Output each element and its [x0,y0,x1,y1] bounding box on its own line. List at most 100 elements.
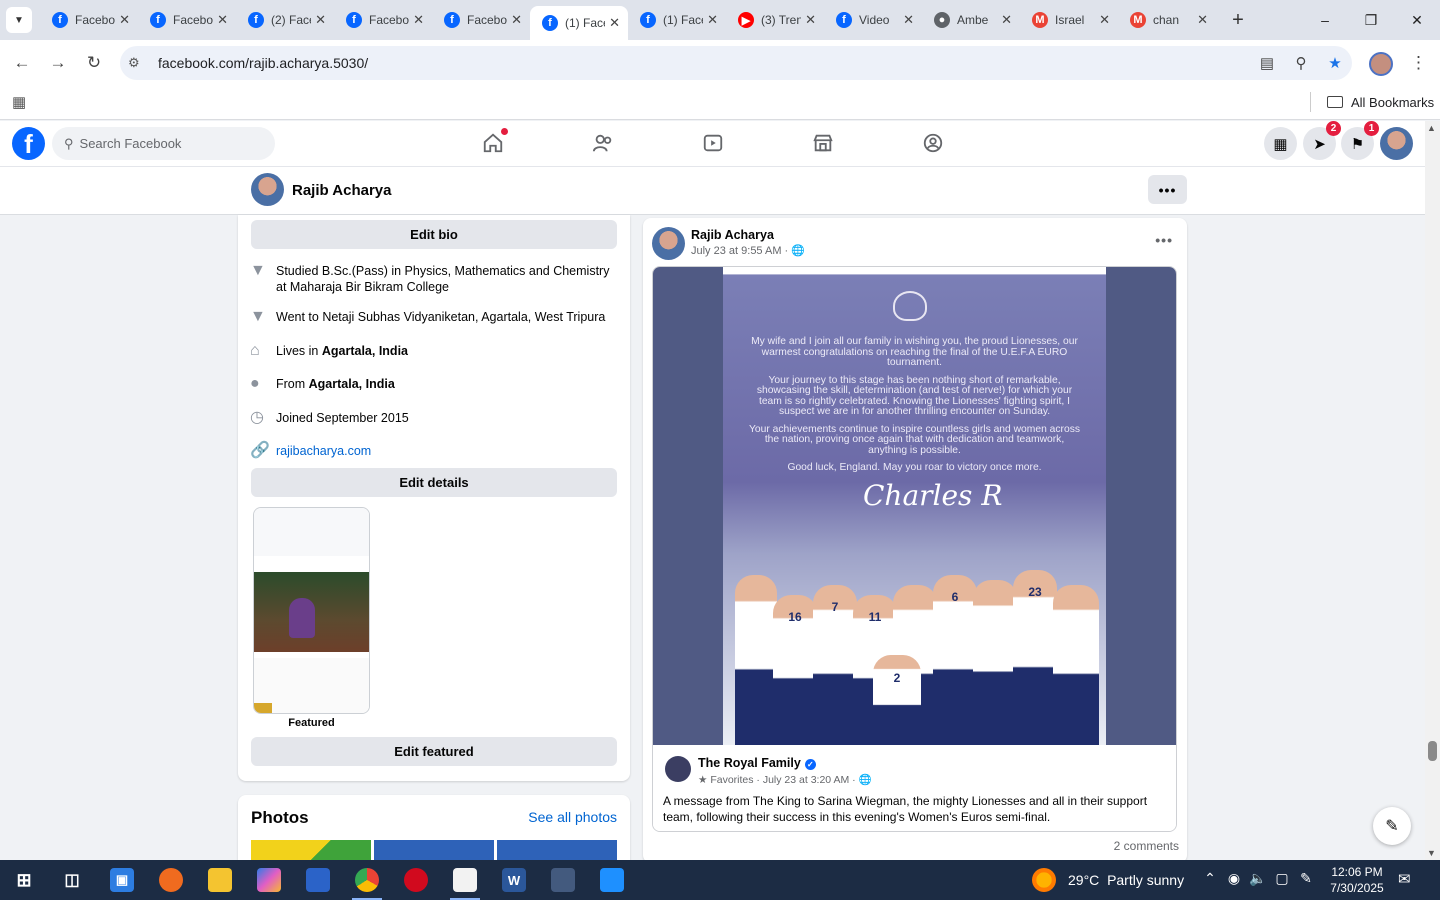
all-bookmarks-button[interactable]: All Bookmarks [1310,92,1434,112]
profile-name[interactable]: Rajib Acharya [292,182,392,199]
close-tab-icon[interactable]: ✕ [805,12,816,28]
zoom-icon[interactable]: ⚲ [1284,54,1318,72]
pen-icon[interactable]: ✎ [1294,870,1318,887]
close-tab-icon[interactable]: ✕ [1197,12,1208,28]
chrome-menu-icon[interactable]: ⋮ [1410,53,1427,73]
home-icon[interactable] [481,128,508,155]
close-tab-icon[interactable]: ✕ [1001,12,1012,28]
word-icon[interactable]: W [502,868,526,892]
browser-tab[interactable]: f Facebook✕ [138,0,236,40]
close-tab-icon[interactable]: ✕ [217,12,228,28]
windows-start-icon[interactable]: ⊞ [12,868,36,892]
app-icon[interactable] [551,868,575,892]
website-link[interactable]: rajibacharya.com [276,443,371,459]
browser-tab[interactable]: ● Ambe ✕ [922,0,1020,40]
chrome-profile-avatar[interactable] [1369,52,1393,76]
close-tab-icon[interactable]: ✕ [903,12,914,28]
profile-more-button[interactable]: ••• [1148,175,1187,204]
back-button[interactable]: ← [4,45,40,81]
new-tab-button[interactable]: + [1224,9,1252,32]
close-tab-icon[interactable]: ✕ [1099,12,1110,28]
photos-app-icon[interactable] [600,868,624,892]
reload-button[interactable]: ↻ [76,45,112,81]
maximize-button[interactable]: ❐ [1348,0,1394,40]
close-tab-icon[interactable]: ✕ [315,12,326,28]
browser-tab[interactable]: Mchan ✕ [1118,0,1216,40]
minimize-button[interactable]: – [1302,0,1348,40]
account-avatar[interactable] [1380,127,1413,160]
url-text[interactable]: facebook.com/rajib.acharya.5030/ [158,55,368,71]
new-message-icon[interactable]: ✎ [1373,807,1411,845]
shared-page-name-text[interactable]: The Royal Family [698,756,801,770]
bookmark-star-icon[interactable]: ★ [1318,54,1352,72]
close-tab-icon[interactable]: ✕ [609,15,620,31]
site-settings-icon[interactable]: ⚙ [128,55,158,71]
omnibox[interactable]: ⚙ facebook.com/rajib.acharya.5030/ ▤ ⚲ ★ [120,46,1352,80]
chrome-icon[interactable] [355,868,379,892]
facebook-search[interactable]: ⚲ [52,127,275,160]
scrollbar-thumb[interactable] [1428,741,1437,761]
page-scrollbar[interactable]: ▲ ▼ [1425,121,1440,860]
featured-story-thumbnail[interactable] [253,507,370,714]
app-icon[interactable]: ▣ [110,868,134,892]
volume-icon[interactable]: 🔈 [1246,870,1270,887]
tab-search-button[interactable]: ▼ [6,7,32,33]
close-tab-icon[interactable]: ✕ [119,12,130,28]
edit-details-button[interactable]: Edit details [251,468,617,497]
edit-featured-button[interactable]: Edit featured [251,737,617,766]
forward-button[interactable]: → [40,45,76,81]
friends-icon[interactable] [591,131,615,155]
post-time-text[interactable]: July 23 at 9:55 AM · [691,245,788,257]
royal-family-avatar[interactable] [665,756,691,782]
notification-center-icon[interactable]: ✉ [1398,870,1411,888]
profile-avatar[interactable] [251,173,284,206]
shared-post[interactable]: My wife and I join all our family in wis… [652,266,1177,832]
apps-grid-icon[interactable]: ▦ [12,93,26,111]
browser-tab[interactable]: f (1) Facebook ✕ [530,6,628,40]
post-author-avatar[interactable] [652,227,685,260]
marketplace-icon[interactable] [811,131,835,155]
scroll-up-arrow-icon[interactable]: ▲ [1427,123,1436,133]
comments-count-link[interactable]: 2 comments [1114,839,1179,853]
video-icon[interactable] [701,131,725,155]
browser-tab[interactable]: M Israel ✕ [1020,0,1118,40]
post-options-button[interactable]: ••• [1155,232,1173,248]
copilot-icon[interactable] [257,868,281,892]
post-timestamp[interactable]: July 23 at 9:55 AM · 🌐 [691,244,805,257]
weather-widget[interactable]: 29°C Partly sunny [1032,868,1184,892]
search-input[interactable] [79,136,260,151]
chevron-up-icon[interactable]: ⌃ [1198,870,1222,887]
browser-tab[interactable]: ▶ (3) Trending✕ [726,0,824,40]
browser-tab[interactable]: f Facebook✕ [432,0,530,40]
close-tab-icon[interactable]: ✕ [413,12,424,28]
messenger-icon[interactable]: ➤ 2 [1303,121,1341,160]
lives-place[interactable]: Agartala, India [322,344,408,358]
notifications-bell-icon[interactable]: ⚑ 1 [1341,121,1379,160]
browser-tab[interactable]: f (1) Facebook ✕ [628,0,726,40]
scroll-down-arrow-icon[interactable]: ▼ [1427,848,1436,858]
opera-icon[interactable] [404,868,428,892]
close-window-button[interactable]: ✕ [1394,0,1440,40]
close-tab-icon[interactable]: ✕ [511,12,522,28]
browser-tab[interactable]: f Facebook✕ [334,0,432,40]
notepad-icon[interactable] [453,868,477,892]
install-app-icon[interactable]: ▤ [1250,54,1284,72]
shared-meta-text[interactable]: ★ Favorites · July 23 at 3:20 AM · [698,774,856,786]
menu-grid-icon[interactable]: ▦ [1264,127,1297,160]
shared-post-image[interactable]: My wife and I join all our family in wis… [653,267,1176,745]
edit-bio-button[interactable]: Edit bio [251,220,617,249]
facebook-logo-icon[interactable]: f [12,127,45,160]
groups-icon[interactable] [921,131,945,155]
browser-tab[interactable]: f Video ✕ [824,0,922,40]
firefox-icon[interactable] [159,868,183,892]
see-all-photos-link[interactable]: See all photos [528,809,617,825]
microsoft-store-icon[interactable] [306,868,330,892]
browser-tab[interactable]: f Facebook✕ [40,0,138,40]
from-place[interactable]: Agartala, India [309,377,395,391]
browser-tab[interactable]: f (2) Facebook ✕ [236,0,334,40]
task-view-icon[interactable]: ◫ [60,868,84,892]
record-icon[interactable]: ◉ [1222,870,1246,887]
network-icon[interactable]: ▢ [1270,870,1294,887]
post-author-name[interactable]: Rajib Acharya [691,228,774,242]
clock[interactable]: 12:06 PM 7/30/2025 [1326,864,1388,896]
